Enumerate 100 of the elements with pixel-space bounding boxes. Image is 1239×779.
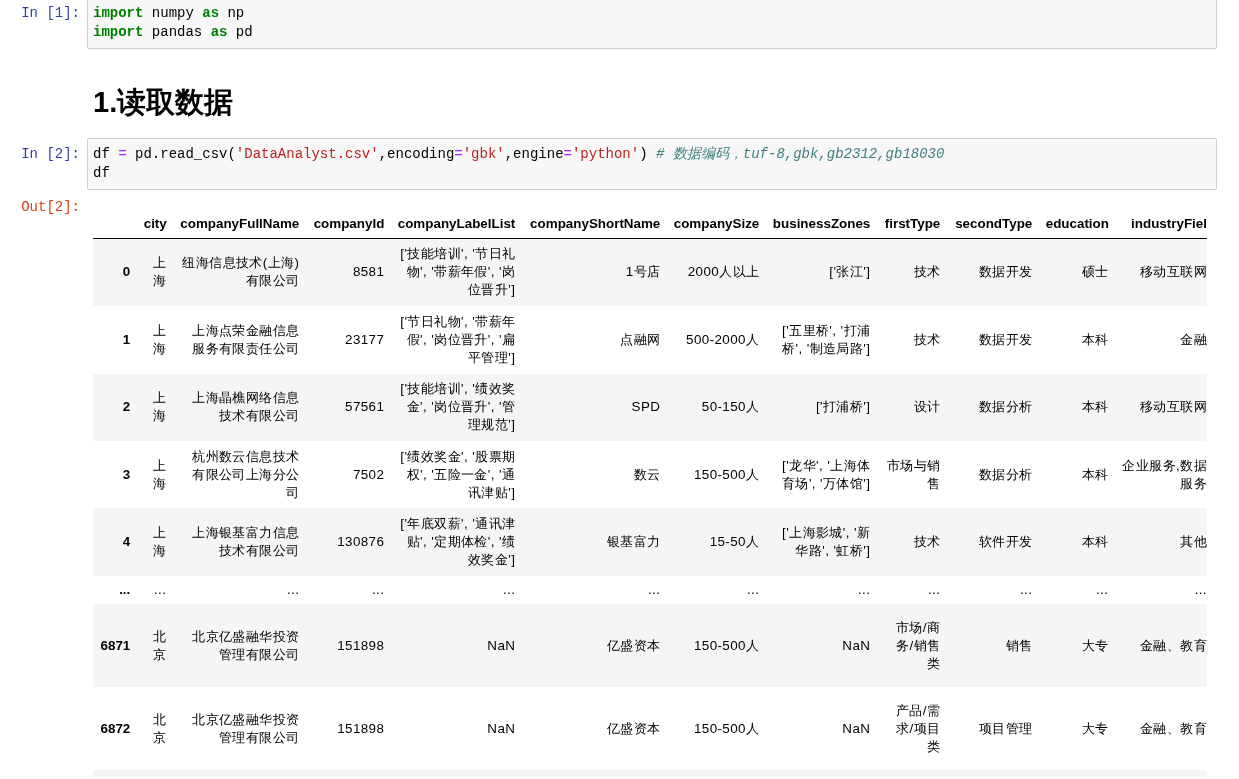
table-cell: 本科 xyxy=(1039,440,1115,509)
row-index: 4 xyxy=(93,508,137,576)
table-cell: 本科 xyxy=(1039,306,1115,374)
table-cell: NaN xyxy=(766,604,877,688)
table-cell: 项目管理 xyxy=(947,687,1039,771)
table-cell: ... xyxy=(667,575,766,605)
table-cell: ... xyxy=(766,575,877,605)
table-cell: 上海 xyxy=(137,373,173,441)
table-cell: ... xyxy=(1039,575,1115,605)
table-cell: 点融网 xyxy=(522,306,667,374)
table-cell: 设计 xyxy=(877,373,947,441)
table-cell: 北京亿盛融华投资管理有限公司 xyxy=(173,687,306,771)
table-cell: 数据开发 xyxy=(947,238,1039,307)
table-cell: 数云 xyxy=(522,440,667,509)
table-cell: ... xyxy=(522,575,667,605)
table-cell: 上海晶樵网络信息技术有限公司 xyxy=(173,373,306,441)
table-cell: ... xyxy=(306,575,391,605)
table-cell: 技术 xyxy=(877,238,947,307)
table-cell: ['龙华', '上海体育场', '万体馆'] xyxy=(766,440,877,509)
table-cell: 151898 xyxy=(306,604,391,688)
table-cell: 产品/需求/项目类 xyxy=(877,687,947,771)
column-header: secondType xyxy=(947,209,1039,239)
column-header: industryFiel xyxy=(1115,209,1207,239)
table-cell: 150-500人 xyxy=(667,440,766,509)
table-cell: 市场与销售 xyxy=(877,440,947,509)
table-cell: 50-150人 xyxy=(667,373,766,441)
column-header: city xyxy=(137,209,173,239)
row-index: 6872 xyxy=(93,687,137,771)
table-cell: ... xyxy=(1115,575,1207,605)
row-index: 6871 xyxy=(93,604,137,688)
table-cell: ... xyxy=(947,575,1039,605)
table-cell: 北京 xyxy=(137,687,173,771)
table-cell: 本科 xyxy=(1039,508,1115,576)
table-cell: 150-500人 xyxy=(667,604,766,688)
table-cell: 8581 xyxy=(306,238,391,307)
column-header: businessZones xyxy=(766,209,877,239)
code-editor[interactable]: import numpy as np import pandas as pd xyxy=(87,0,1217,49)
table-cell: 技术 xyxy=(877,508,947,576)
column-header: companyFullName xyxy=(173,209,306,239)
table-cell: ['张江'] xyxy=(766,238,877,307)
column-header: companySize xyxy=(667,209,766,239)
table-cell: NaN xyxy=(391,604,522,688)
table-cell: 杭州数云信息技术有限公司上海分公司 xyxy=(173,440,306,509)
table-cell: ['技能培训', '节日礼物', '带薪年假', '岗位晋升'] xyxy=(391,238,522,307)
output-prompt: Out[2]: xyxy=(20,198,80,217)
table-cell: ... xyxy=(877,575,947,605)
row-index: 1 xyxy=(93,306,137,374)
table-cell: 其他 xyxy=(1115,508,1207,576)
table-cell: 金融、教育 xyxy=(1115,687,1207,771)
table-cell: 金融、教育 xyxy=(1115,604,1207,688)
code-line: import numpy as np xyxy=(93,4,246,23)
table-cell: 技术 xyxy=(877,306,947,374)
column-header: firstType xyxy=(877,209,947,239)
table-cell: 130876 xyxy=(306,508,391,576)
table-cell: 1号店 xyxy=(522,238,667,307)
table-cell: 纽海信息技术(上海)有限公司 xyxy=(173,238,306,307)
column-header: companyLabelList xyxy=(391,209,522,239)
table-cell: 2000人以上 xyxy=(667,238,766,307)
row-index: 3 xyxy=(93,440,137,509)
table-cell: ... xyxy=(391,575,522,605)
table-cell: 北京亿盛融华投资管理有限公司 xyxy=(173,604,306,688)
code-editor[interactable]: df = pd.read_csv('DataAnalyst.csv',encoding='gbk',engine='python') # 数据编码，tuf-8,gbk,gb2312,gb18030 df xyxy=(87,138,1217,190)
table-cell: 本科 xyxy=(1039,373,1115,441)
table-cell: 企业服务,数据服务 xyxy=(1115,440,1207,509)
table-cell: ['五里桥', '打浦桥', '制造局路'] xyxy=(766,306,877,374)
table-cell: 151898 xyxy=(306,687,391,771)
column-header: companyShortName xyxy=(522,209,667,239)
section-heading: 1.读取数据 xyxy=(93,85,235,119)
table-cell: 上海 xyxy=(137,508,173,576)
table-cell: 数据开发 xyxy=(947,306,1039,374)
table-cell: 数据分析 xyxy=(947,373,1039,441)
table-cell: 北京 xyxy=(137,604,173,688)
table-cell: 23177 xyxy=(306,306,391,374)
table-cell: ['年底双薪', '通讯津贴', '定期体检', '绩效奖金'] xyxy=(391,508,522,576)
table-cell: SPD xyxy=(522,373,667,441)
table-cell: 上海 xyxy=(137,238,173,307)
table-cell: 57561 xyxy=(306,373,391,441)
code-line: import pandas as pd xyxy=(93,23,254,42)
table-cell: 上海 xyxy=(137,306,173,374)
table-cell: 银基富力 xyxy=(522,508,667,576)
table-cell: ['绩效奖金', '股票期权', '五险一金', '通讯津贴'] xyxy=(391,440,522,509)
table-cell: ['上海影城', '新华路', '虹桥'] xyxy=(766,508,877,576)
table-cell: 大专 xyxy=(1039,687,1115,771)
table-cell: 上海点荣金融信息服务有限责任公司 xyxy=(173,306,306,374)
code-line: df xyxy=(93,164,111,183)
column-header: companyId xyxy=(306,209,391,239)
table-cell: ['技能培训', '绩效奖金', '岗位晋升', '管理规范'] xyxy=(391,373,522,441)
row-index: ... xyxy=(93,575,137,605)
table-cell: 移动互联网 xyxy=(1115,238,1207,307)
table-cell: ['打浦桥'] xyxy=(766,373,877,441)
table-cell: 市场/商务/销售类 xyxy=(877,604,947,688)
input-prompt: In [2]: xyxy=(20,145,80,164)
table-cell: 软件开发 xyxy=(947,508,1039,576)
table-cell: ... xyxy=(173,575,306,605)
table-cell: 上海 xyxy=(137,440,173,509)
table-cell: 数据分析 xyxy=(947,440,1039,509)
table-cell: 150-500人 xyxy=(667,687,766,771)
column-header: education xyxy=(1039,209,1115,239)
table-cell: 亿盛资本 xyxy=(522,604,667,688)
table-cell: 15-50人 xyxy=(667,508,766,576)
